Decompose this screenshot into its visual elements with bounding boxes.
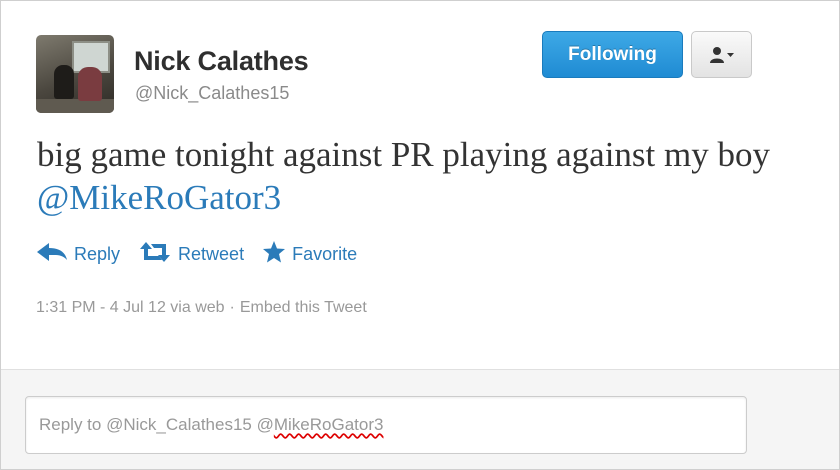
user-actions-dropdown-button[interactable] [691,31,752,78]
user-dropdown-icon [709,46,735,64]
reply-button[interactable]: Reply [36,242,120,267]
reply-area: Reply to @Nick_Calathes15 @MikeRoGator3 [1,369,839,469]
tweet-body: big game tonight against PR playing agai… [37,135,770,174]
reply-input[interactable]: Reply to @Nick_Calathes15 @MikeRoGator3 [25,396,747,454]
tweet-timestamp[interactable]: 1:31 PM - 4 Jul 12 via web [36,299,225,316]
embed-tweet-link[interactable]: Embed this Tweet [240,299,367,316]
tweet-actions: Reply Retweet Favorite [36,239,375,269]
avatar[interactable] [36,35,114,113]
avatar-person-1 [54,65,74,99]
mention-link[interactable]: @MikeRoGator3 [37,178,281,217]
reply-input-misspelled: MikeRoGator3 [273,415,384,434]
star-icon [262,240,292,269]
author-handle[interactable]: @Nick_Calathes15 [135,83,289,104]
reply-icon [36,242,74,267]
retweet-icon [138,241,178,268]
author-name[interactable]: Nick Calathes [134,46,309,77]
tweet-card: Nick Calathes @Nick_Calathes15 Following… [0,0,840,470]
meta-separator: · [229,299,235,316]
following-button[interactable]: Following [542,31,683,78]
favorite-label: Favorite [292,243,358,264]
tweet-text: big game tonight against PR playing agai… [37,133,797,219]
favorite-button[interactable]: Favorite [262,240,357,269]
retweet-label: Retweet [178,243,245,264]
avatar-floor [36,99,114,113]
tweet-meta: 1:31 PM - 4 Jul 12 via web · Embed this Tw… [36,299,367,317]
avatar-person-2 [78,67,102,101]
reply-input-text: Reply to @Nick_Calathes15 @ [39,415,274,434]
reply-label: Reply [74,243,121,264]
retweet-button[interactable]: Retweet [138,241,244,268]
